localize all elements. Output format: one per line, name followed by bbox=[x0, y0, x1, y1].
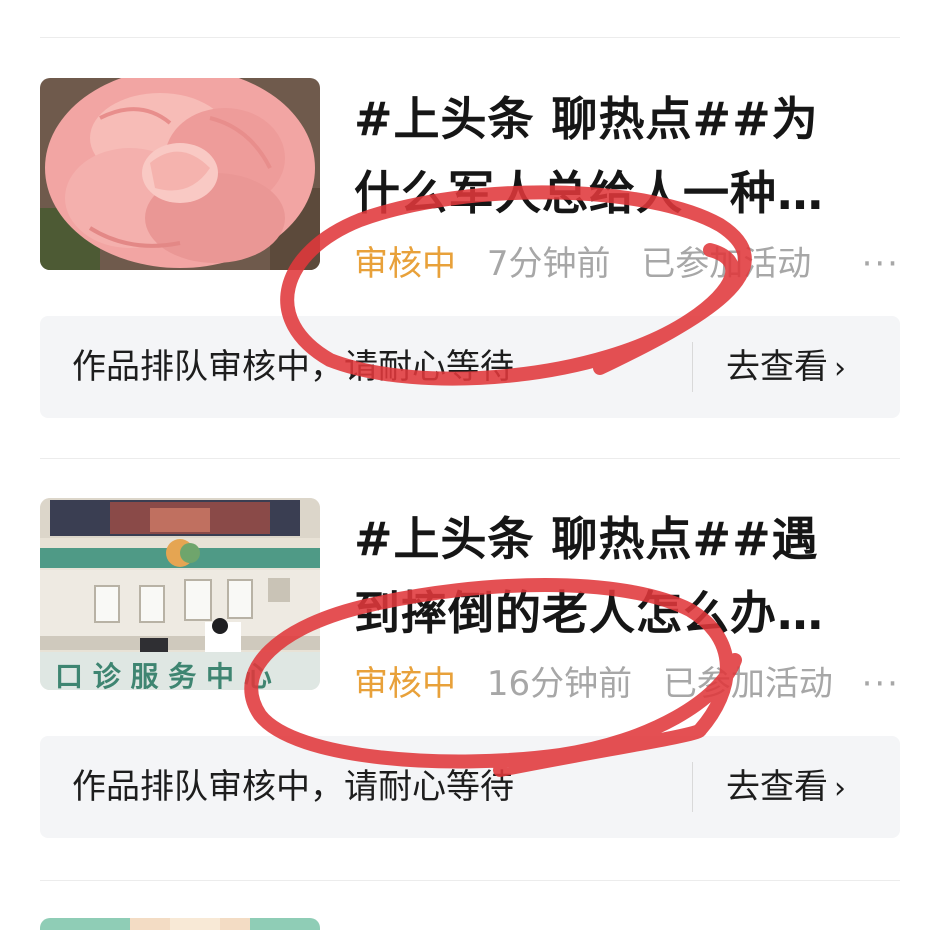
article-thumbnail[interactable]: 口 诊 服 务 中 心 bbox=[40, 498, 320, 690]
article-meta: 审核中 16分钟前 已参加活动 ··· bbox=[354, 664, 900, 704]
view-details-label: 去查看 bbox=[726, 347, 828, 387]
article-title-line: 什么军人总给人一种… bbox=[354, 166, 824, 220]
article-title-line: #上头条 聊热点##遇 bbox=[354, 512, 819, 566]
view-details-link[interactable]: 去查看 › bbox=[726, 736, 846, 840]
divider bbox=[40, 458, 900, 459]
publish-time: 16分钟前 bbox=[486, 664, 633, 704]
review-notice-banner: 作品排队审核中，请耐心等待 去查看 › bbox=[40, 316, 900, 418]
publish-time: 7分钟前 bbox=[486, 244, 611, 284]
review-notice-text: 作品排队审核中，请耐心等待 bbox=[72, 347, 514, 387]
article-meta: 审核中 7分钟前 已参加活动 ··· bbox=[354, 244, 900, 284]
review-status: 审核中 bbox=[354, 244, 456, 284]
review-notice-banner: 作品排队审核中，请耐心等待 去查看 › bbox=[40, 736, 900, 838]
article-title-line: 到摔倒的老人怎么办… bbox=[354, 586, 824, 640]
banner-separator bbox=[692, 342, 693, 392]
article-title-line: #上头条 聊热点##为 bbox=[354, 92, 819, 146]
article-title[interactable]: #上头条 聊热点##遇 到摔倒的老人怎么办… bbox=[354, 502, 900, 650]
divider bbox=[40, 37, 900, 38]
more-options-button[interactable]: ··· bbox=[862, 664, 900, 704]
article-title[interactable]: #上头条 聊热点##为 什么军人总给人一种… bbox=[354, 82, 900, 230]
more-options-button[interactable]: ··· bbox=[862, 244, 900, 284]
article-thumbnail[interactable] bbox=[40, 78, 320, 270]
chevron-right-icon: › bbox=[834, 771, 846, 806]
review-notice-text: 作品排队审核中，请耐心等待 bbox=[72, 767, 514, 807]
view-details-label: 去查看 bbox=[726, 767, 828, 807]
activity-tag: 已参加活动 bbox=[641, 244, 812, 284]
divider bbox=[40, 880, 900, 881]
feed-page: #上头条 聊热点##为 什么军人总给人一种… 审核中 7分钟前 已参加活动 ··… bbox=[0, 0, 930, 930]
review-status: 审核中 bbox=[354, 664, 456, 704]
banner-separator bbox=[692, 762, 693, 812]
svg-text:口 诊 服 务 中 心: 口 诊 服 务 中 心 bbox=[55, 660, 272, 690]
chevron-right-icon: › bbox=[834, 351, 846, 386]
view-details-link[interactable]: 去查看 › bbox=[726, 316, 846, 420]
activity-tag: 已参加活动 bbox=[662, 664, 833, 704]
article-thumbnail[interactable] bbox=[40, 918, 320, 930]
